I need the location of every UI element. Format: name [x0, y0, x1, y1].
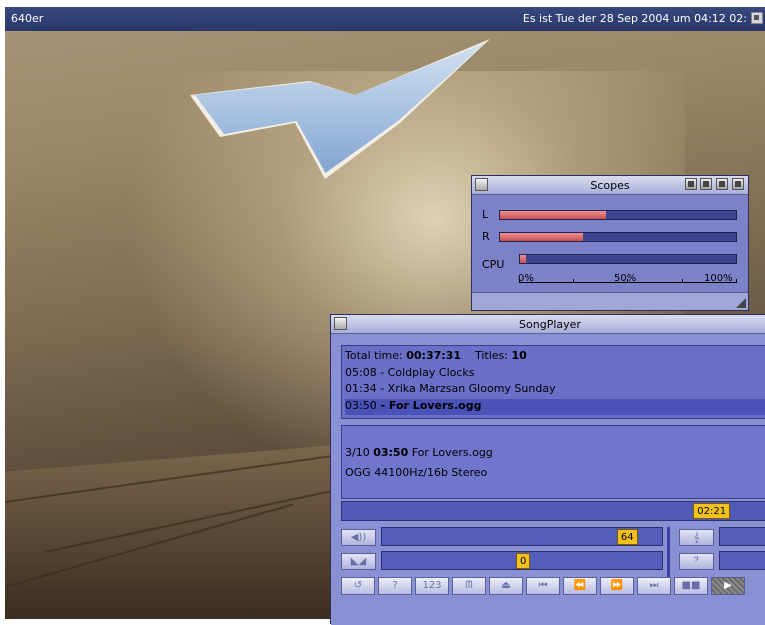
track-name: For Lovers.ogg [411, 446, 493, 459]
titles-value: 10 [511, 349, 527, 362]
meter-track [519, 254, 737, 264]
position-slider[interactable]: 02:21 [341, 501, 765, 521]
scale-label: 0% [518, 273, 534, 284]
track-duration: 01:34 [345, 382, 377, 395]
track-index: 3/10 [345, 446, 370, 459]
play-button[interactable]: ▶ [711, 577, 745, 595]
counter-button[interactable]: 123 [415, 577, 449, 595]
first-track-button[interactable]: ⏮ [526, 577, 560, 595]
last-track-button[interactable]: ⏭ [637, 577, 671, 595]
scope-cpu: CPU [482, 253, 740, 271]
track-title: - Xrika Marzsan Gloomy Sunday [376, 382, 556, 395]
meter-fill [500, 211, 607, 219]
bass-slider[interactable] [719, 551, 765, 570]
track-info: 3/10 03:50 For Lovers.ogg OGG 44100Hz/16… [341, 425, 765, 499]
track-title: - For Lovers.ogg [376, 399, 482, 412]
volume-slider[interactable]: 64 [381, 527, 663, 546]
screen-depth-icon[interactable] [751, 12, 763, 24]
meter-fill [500, 233, 583, 241]
rewind-button[interactable]: ⏪ [563, 577, 597, 595]
scopes-window[interactable]: Scopes L R CPU 0% 50% 100% [471, 175, 749, 311]
scale-tick [736, 279, 737, 283]
meter-fill [520, 255, 527, 263]
clock-text: Es ist Tue der 28 Sep 2004 um 04:12 02: [522, 12, 747, 25]
meter-track [499, 232, 737, 242]
help-button[interactable]: ? [378, 577, 412, 595]
balance-knob[interactable]: 0 [516, 553, 531, 569]
scopes-body: L R CPU 0% 50% 100% [472, 195, 748, 293]
scale-tick [573, 279, 574, 283]
scale-tick [682, 279, 683, 283]
scope-left: L [482, 208, 740, 221]
position-knob[interactable]: 02:21 [693, 503, 731, 519]
playlist-summary: Total time: 00:37:31 Titles: 10 [345, 349, 765, 365]
scope-label: CPU [482, 258, 505, 271]
forward-button[interactable]: ⏩ [600, 577, 634, 595]
scope-label: R [482, 230, 490, 243]
titles-label: Titles: [474, 349, 508, 362]
divider [667, 527, 670, 577]
treble-clef-icon[interactable]: 𝄞 [679, 529, 714, 546]
repeat-button[interactable]: ↺ [341, 577, 375, 595]
scale-label: 50% [614, 273, 637, 284]
loop-button[interactable]: ᗰ [452, 577, 486, 595]
track-duration: 03:50 [345, 399, 377, 412]
playlist-item-current[interactable]: 03:50 - For Lovers.ogg [345, 399, 765, 415]
stop-button[interactable]: ■■ [674, 577, 708, 595]
track-info-line: 3/10 03:50 For Lovers.ogg [345, 446, 493, 459]
window-title: SongPlayer [519, 318, 581, 331]
playlist-item[interactable]: 05:08 - Coldplay Clocks [345, 366, 765, 382]
eject-button[interactable]: ⏏ [489, 577, 523, 595]
meter-track [499, 210, 737, 220]
scope-right: R [482, 230, 740, 243]
balance-icon[interactable]: ◣◢ [341, 553, 376, 570]
songplayer-window[interactable]: SongPlayer Total time: 00:37:31 Titles: … [330, 314, 765, 625]
volume-knob[interactable]: 64 [616, 529, 638, 545]
iconify-icon[interactable] [685, 178, 697, 190]
depth-icon[interactable] [732, 178, 744, 190]
scopes-titlebar[interactable]: Scopes [472, 176, 748, 195]
total-time-value: 00:37:31 [406, 349, 461, 362]
track-duration: 05:08 [345, 366, 377, 379]
snapshot-icon[interactable] [700, 178, 712, 190]
playlist-item[interactable]: 01:34 - Xrika Marzsan Gloomy Sunday [345, 382, 765, 398]
zoom-icon[interactable] [716, 178, 728, 190]
screen-title: 640er [11, 12, 44, 25]
resize-icon[interactable] [736, 298, 746, 308]
total-time-label: Total time: [345, 349, 403, 362]
track-format: OGG 44100Hz/16b Stereo [345, 466, 488, 479]
songplayer-statusbar [331, 598, 765, 625]
treble-slider[interactable] [719, 527, 765, 546]
bass-clef-icon[interactable]: 𝄢 [679, 553, 714, 570]
screen-title-bar: 640er Es ist Tue der 28 Sep 2004 um 04:1… [5, 7, 765, 31]
track-time: 03:50 [373, 446, 409, 459]
scope-label: L [482, 208, 489, 221]
scopes-statusbar [472, 292, 748, 310]
playlist[interactable]: Total time: 00:37:31 Titles: 10 05:08 - … [341, 345, 765, 419]
volume-icon[interactable]: ◀)) [341, 529, 376, 546]
songplayer-titlebar[interactable]: SongPlayer [331, 315, 765, 334]
track-title: - Coldplay Clocks [376, 366, 475, 379]
balance-slider[interactable]: 0 [381, 551, 663, 570]
scale-label: 100% [704, 273, 733, 284]
